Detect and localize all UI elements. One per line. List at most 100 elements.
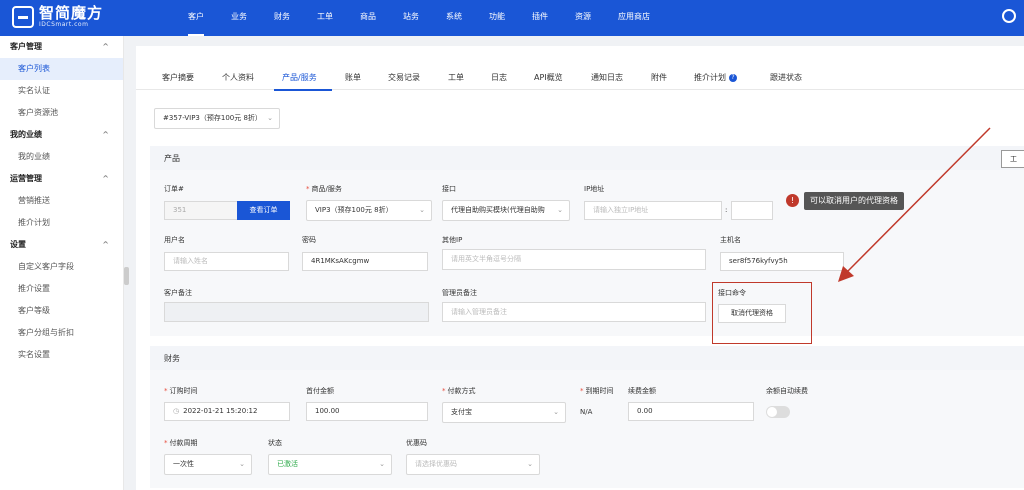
nav-tickets[interactable]: 工单 (317, 0, 333, 36)
sidebar-item-resource-pool[interactable]: 客户资源池 (0, 102, 123, 124)
hostname-input[interactable]: ser8f576kyfvy5h (720, 252, 844, 271)
tool-button[interactable]: 工 (1001, 150, 1024, 168)
tab-tickets[interactable]: 工单 (448, 72, 464, 83)
sidebar-group-label: 设置 (10, 240, 26, 249)
api-select-value: 代理自助购买模块(代理自助购 (451, 206, 545, 214)
status-select[interactable]: 已激活 ⌄ (268, 454, 392, 475)
sidebar-item-custom-fields[interactable]: 自定义客户字段 (0, 256, 123, 278)
nav-system[interactable]: 系统 (446, 0, 462, 36)
chevron-up-icon: ^ (102, 174, 109, 183)
tab-logs[interactable]: 日志 (491, 72, 507, 83)
api-select[interactable]: 代理自助购买模块(代理自助购 ⌄ (442, 200, 570, 221)
renew-amount-input[interactable]: 0.00 (628, 402, 754, 421)
sidebar-scrollbar[interactable] (124, 267, 129, 285)
nav-products[interactable]: 商品 (360, 0, 376, 36)
tab-bar: 客户摘要 个人资料 产品/服务 账单 交易记录 工单 日志 API概览 通知日志… (136, 46, 1024, 91)
tab-referral-label: 推介计划 (694, 73, 726, 82)
ip-input[interactable]: 请输入独立IP地址 (584, 201, 722, 220)
sidebar-group-performance[interactable]: 我的业绩 ^ (0, 124, 123, 146)
chevron-down-icon: ⌄ (553, 408, 559, 416)
sidebar-item-realname[interactable]: 实名认证 (0, 80, 123, 102)
sidebar-group-settings[interactable]: 设置 ^ (0, 234, 123, 256)
api-label: 接口 (442, 185, 456, 193)
ip-port-separator: : (725, 206, 728, 214)
nav-features[interactable]: 功能 (489, 0, 505, 36)
sidebar-item-marketing-push[interactable]: 营销推送 (0, 190, 123, 212)
chevron-down-icon: ⌄ (419, 206, 425, 214)
admin-note-textarea[interactable]: 请输入管理员备注 (442, 302, 706, 322)
hostname-label: 主机名 (720, 236, 741, 244)
product-section-header: 产品 (150, 146, 1024, 170)
chevron-down-icon: ⌄ (557, 206, 563, 214)
order-label: 订单# (164, 185, 184, 193)
sidebar-item-referral-plan[interactable]: 推介计划 (0, 212, 123, 234)
billing-cycle-select[interactable]: 一次性 ⌄ (164, 454, 252, 475)
nav-customers[interactable]: 客户 (188, 0, 204, 36)
annotation-tooltip: 可以取消用户的代理资格 (804, 192, 904, 210)
tab-attachments[interactable]: 附件 (651, 72, 667, 83)
help-icon[interactable]: ? (729, 73, 737, 82)
sidebar-item-customer-level[interactable]: 客户等级 (0, 300, 123, 322)
coupon-label: 优惠码 (406, 439, 427, 447)
pay-method-label: * 付款方式 (442, 387, 476, 395)
admin-note-label: 管理员备注 (442, 289, 477, 297)
logo[interactable]: 智简魔方 IDCSmart.com (12, 6, 103, 28)
sidebar-item-my-performance[interactable]: 我的业绩 (0, 146, 123, 168)
active-tab-indicator (274, 89, 332, 91)
tab-invoices[interactable]: 账单 (345, 72, 361, 83)
first-pay-input[interactable]: 100.00 (306, 402, 428, 421)
sidebar-group-label: 我的业绩 (10, 130, 42, 139)
tab-profile[interactable]: 个人资料 (222, 72, 254, 83)
nav-site[interactable]: 站务 (403, 0, 419, 36)
auto-renew-label: 余额自动续费 (766, 387, 808, 395)
tab-api-overview[interactable]: API概览 (534, 72, 563, 83)
tab-products-services[interactable]: 产品/服务 (282, 72, 317, 83)
chevron-down-icon: ⌄ (267, 114, 273, 122)
product-selector[interactable]: #357-VIP3（预存100元 8折） ⌄ (154, 108, 280, 129)
sidebar-item-referral-settings[interactable]: 推介设置 (0, 278, 123, 300)
password-input[interactable]: 4R1MKsAKcgmw (302, 252, 428, 271)
nav-resources[interactable]: 资源 (575, 0, 591, 36)
username-label: 用户名 (164, 236, 185, 244)
nav-app-store[interactable]: 应用商店 (618, 0, 650, 36)
finance-section-title: 财务 (164, 354, 180, 363)
nav-business[interactable]: 业务 (231, 0, 247, 36)
chevron-up-icon: ^ (102, 240, 109, 249)
service-select[interactable]: VIP3（预存100元 8折） ⌄ (306, 200, 432, 221)
tab-referral-plan[interactable]: 推介计划? (694, 72, 737, 83)
clock-icon: ◷ (173, 407, 180, 415)
other-ip-label: 其他IP (442, 236, 463, 244)
tab-summary[interactable]: 客户摘要 (162, 72, 194, 83)
main-panel: 客户摘要 个人资料 产品/服务 账单 交易记录 工单 日志 API概览 通知日志… (136, 46, 1024, 490)
pay-method-select[interactable]: 支付宝 ⌄ (442, 402, 566, 423)
pay-method-value: 支付宝 (451, 408, 472, 416)
sidebar-item-customer-list[interactable]: 客户列表 (0, 58, 123, 80)
billing-cycle-value: 一次性 (173, 460, 194, 468)
customer-note-label: 客户备注 (164, 289, 192, 297)
coupon-select[interactable]: 请选择优惠码 ⌄ (406, 454, 540, 475)
nav-plugins[interactable]: 插件 (532, 0, 548, 36)
chevron-down-icon: ⌄ (239, 460, 245, 468)
sidebar-item-groups-discount[interactable]: 客户分组与折扣 (0, 322, 123, 344)
tab-notification-logs[interactable]: 通知日志 (591, 72, 623, 83)
nav-finance[interactable]: 财务 (274, 0, 290, 36)
tab-transactions[interactable]: 交易记录 (388, 72, 420, 83)
port-input[interactable] (731, 201, 773, 220)
tab-followup-status[interactable]: 跟进状态 (770, 72, 802, 83)
sidebar-group-operations[interactable]: 运营管理 ^ (0, 168, 123, 190)
sidebar-item-realname-settings[interactable]: 实名设置 (0, 344, 123, 366)
view-order-button[interactable]: 查看订单 (237, 201, 290, 220)
sidebar-group-customer-mgmt[interactable]: 客户管理 ^ (0, 36, 123, 58)
top-navbar: 智简魔方 IDCSmart.com 客户 业务 财务 工单 商品 站务 系统 功… (0, 0, 1024, 36)
other-ip-textarea[interactable]: 请用英文半角逗号分隔 (442, 249, 706, 270)
search-icon[interactable] (1002, 9, 1016, 23)
customer-note-textarea (164, 302, 429, 322)
sidebar-group-label: 客户管理 (10, 42, 42, 51)
auto-renew-toggle[interactable] (766, 406, 790, 418)
username-input[interactable]: 请输入姓名 (164, 252, 289, 271)
logo-icon (12, 6, 34, 28)
order-time-label: * 订购时间 (164, 387, 198, 395)
password-label: 密码 (302, 236, 316, 244)
service-select-value: VIP3（预存100元 8折） (315, 206, 393, 214)
order-time-input[interactable]: ◷ 2022-01-21 15:20:12 (164, 402, 290, 421)
